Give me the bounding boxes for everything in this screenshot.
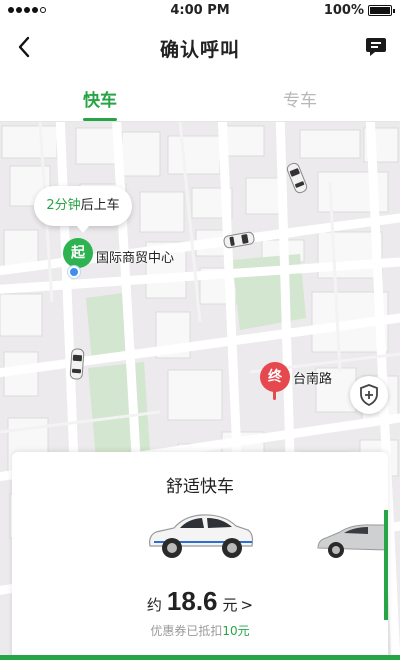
call-bar-edge — [0, 655, 400, 660]
end-pin-icon[interactable]: 终 — [260, 362, 290, 400]
active-tab-indicator — [83, 118, 117, 121]
pickup-eta-bubble: 2分钟后上车 — [34, 186, 132, 233]
message-icon[interactable] — [364, 36, 388, 58]
page-title: 确认呼叫 — [159, 39, 240, 61]
battery-percentage: 100% — [323, 3, 364, 18]
white-suv-image — [149, 514, 254, 558]
end-place-label: 台南路 — [293, 372, 333, 387]
coupon-amount: 10元 — [222, 624, 250, 638]
start-place-label: 国际商贸中心 — [96, 251, 175, 266]
service-tabs: 快车 专车 — [0, 74, 400, 122]
eta-suffix: 后上车 — [80, 198, 120, 213]
price-prefix: 约 — [146, 596, 162, 614]
safety-shield-button[interactable] — [350, 376, 388, 414]
silver-sedan-image — [317, 524, 388, 558]
coupon-prefix: 优惠券已抵扣 — [150, 624, 223, 638]
estimated-price[interactable]: 约 18.6 元 > — [12, 586, 388, 617]
current-location-icon — [68, 266, 80, 278]
start-pin-icon[interactable]: 起 — [63, 238, 93, 276]
price-unit: 元 — [222, 596, 238, 614]
tab-premier[interactable]: 专车 — [200, 86, 400, 111]
shield-plus-icon — [360, 384, 378, 406]
coupon-note: 优惠券已抵扣10元 — [12, 622, 388, 639]
status-bar: 4:00 PM 100% — [0, 0, 400, 22]
nearby-car-icon — [69, 348, 85, 380]
eta-minutes: 2分钟 — [46, 198, 81, 213]
tab-express[interactable]: 快车 — [0, 86, 200, 111]
navigation-header: 确认呼叫 — [0, 22, 400, 74]
battery-icon — [368, 5, 395, 16]
chevron-right-icon: > — [240, 596, 254, 614]
price-value: 18.6 — [166, 586, 218, 616]
ride-type-title: 舒适快车 — [166, 477, 234, 497]
ride-option-card[interactable]: 舒适快车 约 18.6 元 > 优惠券已抵扣10元 — [12, 452, 388, 660]
